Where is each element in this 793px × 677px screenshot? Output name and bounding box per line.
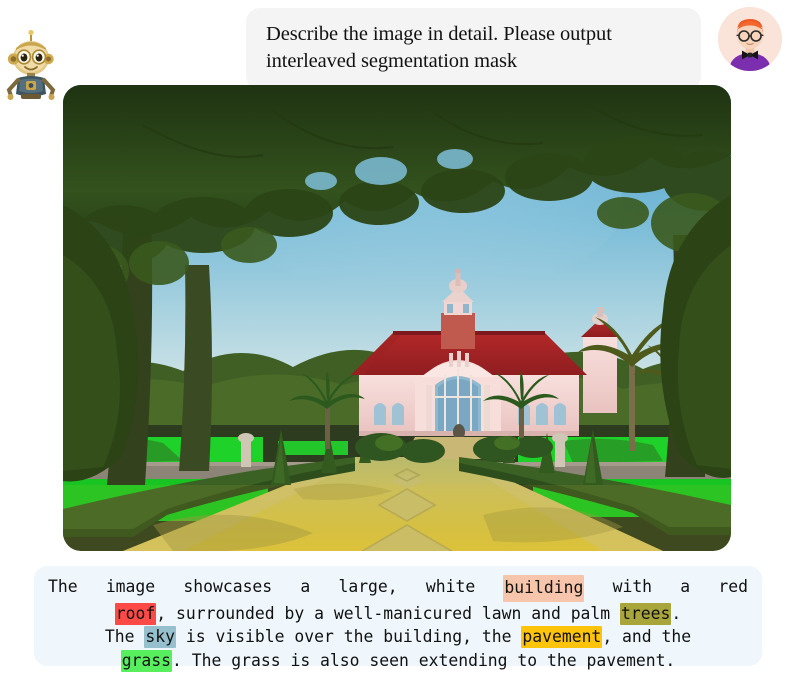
answer-text-run: The [104, 627, 145, 647]
answer-line-2: roof, surrounded by a well-manicured law… [48, 602, 748, 626]
robot-avatar-icon [4, 28, 58, 102]
answer-line-4: grass. The grass is also seen extending … [48, 649, 748, 673]
answer-line-3: The sky is visible over the building, th… [48, 625, 748, 649]
answer-text-run: . [671, 603, 682, 623]
prompt-message-text: Describe the image in detail. Please out… [266, 23, 612, 73]
answer-word: showcases [183, 577, 273, 596]
highlight-building: building [503, 575, 585, 602]
person-avatar-icon [718, 7, 782, 71]
answer-word: a [680, 577, 691, 596]
answer-word: large, [338, 577, 398, 596]
highlight-pavement: pavement [521, 626, 603, 649]
answer-word: The [48, 577, 78, 596]
answer-message-text: The image showcases a large, white building wit… [48, 575, 748, 672]
prompt-row: Describe the image in detail. Please out… [0, 0, 793, 100]
answer-word: white [425, 577, 476, 596]
prompt-message-bubble: Describe the image in detail. Please out… [246, 8, 701, 91]
answer-message-bubble: The image showcases a large, white building wit… [34, 566, 762, 672]
answer-text-run: , and the [602, 627, 692, 647]
answer-word: with [612, 577, 653, 596]
highlight-sky: sky [144, 626, 176, 649]
answer-line-1: The image showcases a large, white building wit… [48, 575, 748, 602]
answer-text-run: , surrounded by a well-manicured lawn an… [156, 603, 621, 623]
highlight-grass: grass [120, 649, 173, 672]
answer-word: red [718, 577, 748, 596]
highlight-trees: trees [620, 602, 672, 625]
answer-text-run: . The grass is also seen extending to th… [172, 650, 676, 670]
answer-word: image [105, 577, 156, 596]
answer-text-run: is visible over the building, the [175, 627, 522, 647]
highlight-roof: roof [114, 602, 157, 625]
scene-render [63, 85, 731, 551]
segmented-scene-image[interactable] [63, 85, 731, 551]
answer-word: a [300, 577, 311, 596]
